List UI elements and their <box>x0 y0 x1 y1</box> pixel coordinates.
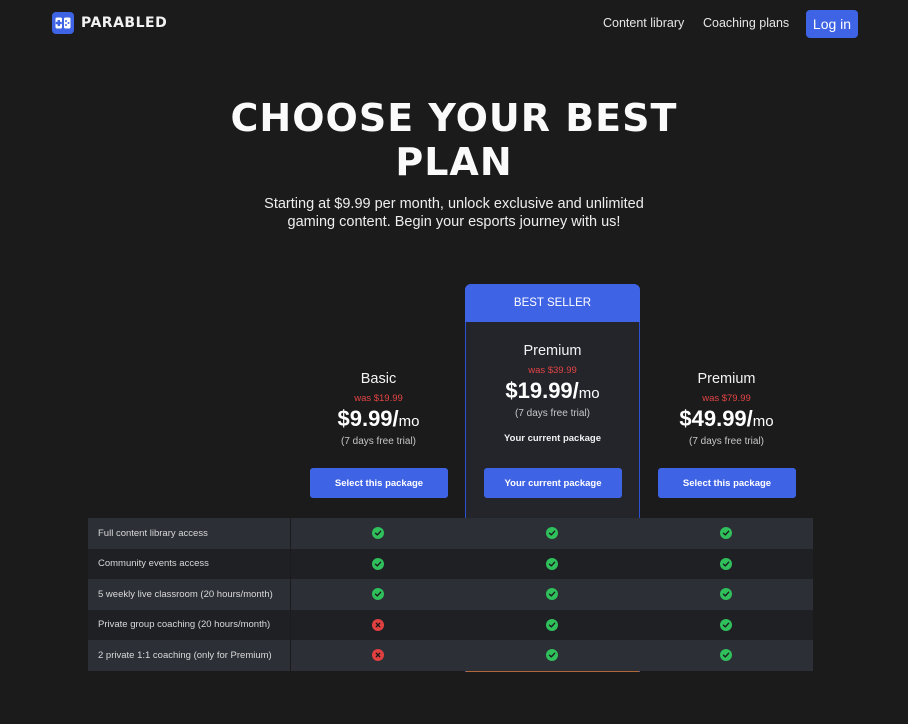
plan-original-price: was $19.99 <box>354 393 403 404</box>
page-title-line-1: CHOOSE YOUR BEST <box>230 96 678 140</box>
plan-original-price: was $39.99 <box>528 365 577 376</box>
feature-cell <box>291 579 465 610</box>
feature-cell <box>639 610 813 641</box>
check-circle-icon <box>546 649 558 662</box>
table-row: Full content library access <box>88 518 813 549</box>
feature-label: Community events access <box>88 548 291 579</box>
plan-original-price: was $79.99 <box>702 393 751 404</box>
feature-cell <box>465 518 639 549</box>
plan-name: Premium <box>697 371 756 387</box>
feature-cell <box>639 549 813 580</box>
plan-price: $9.99/mo <box>291 406 466 432</box>
check-circle-icon <box>720 557 732 570</box>
price-unit: mo <box>752 413 774 430</box>
page-subtitle: Starting at $9.99 per month, unlock excl… <box>264 196 644 230</box>
plan-premium-current: Premium was $39.99 $19.99/mo (7 days fre… <box>465 343 640 444</box>
x-circle-icon <box>372 649 384 662</box>
select-basic-button[interactable]: Select this package <box>310 468 448 498</box>
feature-cell <box>291 518 465 549</box>
feature-cell <box>639 579 813 610</box>
check-circle-icon <box>546 527 558 540</box>
current-package-label: Your current package <box>504 433 601 444</box>
plan-name: Premium <box>523 343 582 359</box>
feature-cell <box>291 610 465 641</box>
feature-comparison-table: Full content library access Community eve… <box>88 518 813 671</box>
feature-cell <box>465 640 639 671</box>
feature-cell <box>291 640 465 671</box>
check-circle-icon <box>720 588 732 601</box>
feature-label: 2 private 1:1 coaching (only for Premium… <box>88 640 291 671</box>
nav-link-coaching-plans[interactable]: Coaching plans <box>703 16 789 30</box>
check-circle-icon <box>720 618 732 631</box>
feature-cell <box>465 610 639 641</box>
check-circle-icon <box>372 527 384 540</box>
feature-label: 5 weekly live classroom (20 hours/month) <box>88 579 291 610</box>
check-circle-icon <box>546 618 558 631</box>
feature-cell <box>639 518 813 549</box>
price-unit: mo <box>578 385 600 402</box>
table-row: 2 private 1:1 coaching (only for Premium… <box>88 640 813 671</box>
gamepad-icon <box>52 12 74 34</box>
top-nav: PARABLED Content library Coaching plans … <box>0 0 908 48</box>
feature-label: Full content library access <box>88 518 291 549</box>
plan-trial: (7 days free trial) <box>340 436 417 447</box>
page-title: CHOOSE YOUR BEST PLAN <box>0 96 908 184</box>
price-amount: $9.99/ <box>337 406 399 431</box>
feature-cell <box>465 549 639 580</box>
table-row: Community events access <box>88 548 813 580</box>
plan-trial: (7 days free trial) <box>514 408 591 419</box>
feature-cell <box>639 640 813 671</box>
feature-cell <box>465 579 639 610</box>
brand-name: PARABLED <box>81 15 168 31</box>
plan-basic: Basic was $19.99 $9.99/mo (7 days free t… <box>291 371 466 447</box>
nav-link-content-library[interactable]: Content library <box>603 16 684 30</box>
current-package-button[interactable]: Your current package <box>484 468 622 498</box>
price-amount: $49.99/ <box>679 406 753 431</box>
table-row: Private group coaching (20 hours/month) <box>88 609 813 641</box>
brand-logo[interactable]: PARABLED <box>52 12 167 34</box>
check-circle-icon <box>720 649 732 662</box>
select-premium-button[interactable]: Select this package <box>658 468 796 498</box>
check-circle-icon <box>546 557 558 570</box>
x-circle-icon <box>372 618 384 631</box>
plan-premium-top: Premium was $79.99 $49.99/mo (7 days fre… <box>639 371 814 447</box>
price-amount: $19.99/ <box>505 378 579 403</box>
check-circle-icon <box>372 557 384 570</box>
plan-name: Basic <box>360 371 397 387</box>
best-seller-badge: BEST SELLER <box>465 284 640 322</box>
login-button[interactable]: Log in <box>806 10 858 38</box>
plan-trial: (7 days free trial) <box>688 436 765 447</box>
feature-cell <box>291 549 465 580</box>
feature-label: Private group coaching (20 hours/month) <box>88 609 291 640</box>
table-row: 5 weekly live classroom (20 hours/month) <box>88 579 813 610</box>
price-unit: mo <box>398 413 420 430</box>
check-circle-icon <box>720 527 732 540</box>
page-title-line-2: PLAN <box>395 140 513 184</box>
check-circle-icon <box>372 588 384 601</box>
check-circle-icon <box>546 588 558 601</box>
plan-price: $49.99/mo <box>639 406 814 432</box>
plan-price: $19.99/mo <box>465 378 640 404</box>
